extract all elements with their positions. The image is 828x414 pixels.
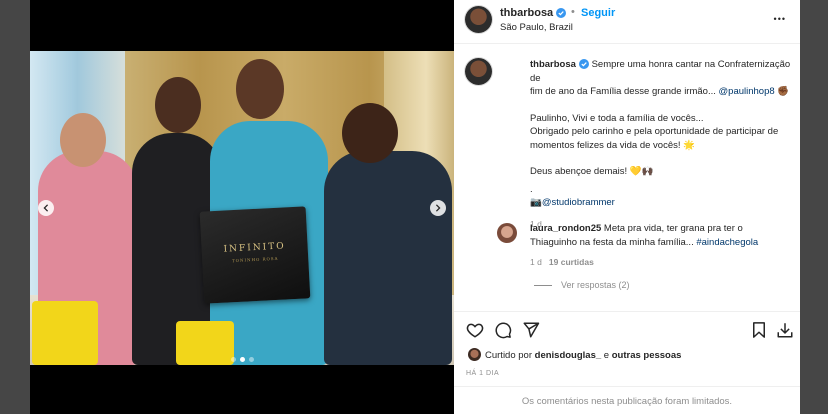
caption-para2-line1: Paulinho, Vivi e toda a família de vocês… [530, 112, 704, 124]
chevron-right-icon [435, 204, 441, 212]
comment-age: 1 d [530, 257, 542, 267]
chevron-left-icon [43, 204, 49, 212]
carousel-dot [230, 357, 236, 362]
caption-mention[interactable]: @paulinhop8 [719, 86, 775, 97]
gift-box: INFINITO TONINHO ROSA [199, 206, 311, 304]
liked-by-row: Curtido por denisdouglas_ e outras pesso… [468, 348, 681, 361]
caption-avatar[interactable] [465, 58, 492, 85]
verified-badge-icon [578, 59, 589, 69]
commenter-avatar[interactable] [497, 223, 517, 243]
comment-line-1: laura_rondon25 Meta pra vida, ter grana … [530, 222, 774, 236]
gift-box-subtitle: TONINHO ROSA [231, 255, 279, 264]
comment-text: laura_rondon25 Meta pra vida, ter grana … [530, 222, 774, 249]
person-man-black-head [155, 77, 201, 133]
separator-dot: • [571, 6, 575, 18]
replies-line [534, 285, 552, 287]
caption-credit-mention[interactable]: @studiobrammer [542, 197, 615, 208]
caption-username[interactable]: thbarbosa [530, 59, 576, 70]
post-timestamp[interactable]: HÁ 1 DIA [466, 370, 499, 377]
comment-line-2-text: Thiaguinho na festa da minha família... [530, 236, 694, 248]
caption-fist-emoji: ✊🏾 [777, 86, 790, 97]
caption-text: thbarbosa Sempre uma honra cantar na Con… [530, 58, 792, 231]
post-photo: INFINITO TONINHO ROSA [30, 51, 454, 365]
person-man-blue-head [236, 59, 284, 119]
caption-line-2-text: fim de ano da Família desse grande irmão… [530, 86, 716, 97]
view-replies-button[interactable]: Ver respostas (2) [534, 280, 630, 290]
carousel-prev-button[interactable] [38, 200, 54, 216]
person-man-dark [324, 151, 452, 365]
post-side-panel: thbarbosa • Seguir São Paulo, Brazil •••… [454, 0, 800, 414]
comment-line-1-text: Meta pra vida, ter grana pra ter o [603, 223, 743, 234]
camera-emoji: 📷 [530, 197, 542, 208]
liked-by-prefix: Curtido por [485, 350, 532, 361]
comment-username[interactable]: laura_rondon25 [530, 223, 601, 234]
comment-bubble-icon[interactable] [494, 321, 512, 339]
save-bookmark-icon[interactable] [750, 321, 768, 339]
caption-para2-line3: momentos felizes da vida de vocês! 🌟 [530, 139, 695, 151]
comment-likes[interactable]: 19 curtidas [549, 257, 594, 267]
author-username-row: thbarbosa [500, 7, 567, 19]
post-header: thbarbosa • Seguir São Paulo, Brazil ••• [454, 0, 800, 44]
liked-by-user[interactable]: denisdouglas_ [535, 350, 602, 361]
post-media: INFINITO TONINHO ROSA [30, 0, 454, 414]
liked-by-avatar[interactable] [468, 348, 481, 361]
like-heart-icon[interactable] [466, 321, 484, 339]
post-modal: INFINITO TONINHO ROSA thbarbosa • Seguir… [30, 0, 800, 414]
gift-box-title: INFINITO [223, 241, 286, 255]
caption-para2-line2: Obrigado pelo carinho e pela oportunidad… [530, 126, 779, 137]
carousel-dot [248, 357, 254, 362]
comments-limited-notice: Os comentários nesta publicação foram li… [454, 386, 800, 414]
download-icon[interactable] [776, 321, 794, 339]
author-avatar[interactable] [465, 6, 492, 33]
liked-by-conj: e [603, 350, 610, 361]
comment-meta: 1 d 19 curtidas [530, 256, 594, 270]
verified-badge-icon [556, 8, 567, 18]
author-username[interactable]: thbarbosa [500, 7, 553, 19]
caption-line-2: fim de ano da Família desse grande irmão… [530, 85, 792, 99]
comment-hashtag[interactable]: #aindachegola [696, 237, 758, 248]
person-woman-head [60, 113, 106, 167]
caption-credit: 📷@studiobrammer [530, 196, 792, 210]
caption-line-1: thbarbosa Sempre uma honra cantar na Con… [530, 58, 792, 85]
carousel-next-button[interactable] [430, 200, 446, 216]
person-man-dark-head [342, 103, 398, 163]
liked-by-others[interactable]: outras pessoas [612, 350, 682, 361]
caption-blessing: Deus abençoe demais! 💛🙌🏿 [530, 166, 654, 177]
share-send-icon[interactable] [522, 321, 540, 339]
post-location[interactable]: São Paulo, Brazil [500, 22, 573, 33]
comment-line-2: Thiaguinho na festa da minha família... … [530, 236, 774, 250]
carousel-dots [30, 349, 454, 367]
caption-area: thbarbosa Sempre uma honra cantar na Con… [454, 44, 800, 310]
more-options-icon[interactable]: ••• [774, 14, 786, 24]
action-bar [454, 311, 800, 346]
view-replies-label: Ver respostas (2) [561, 280, 630, 290]
follow-button[interactable]: Seguir [581, 7, 615, 19]
caption-dot: . [530, 183, 533, 195]
carousel-dot-active [239, 357, 245, 362]
